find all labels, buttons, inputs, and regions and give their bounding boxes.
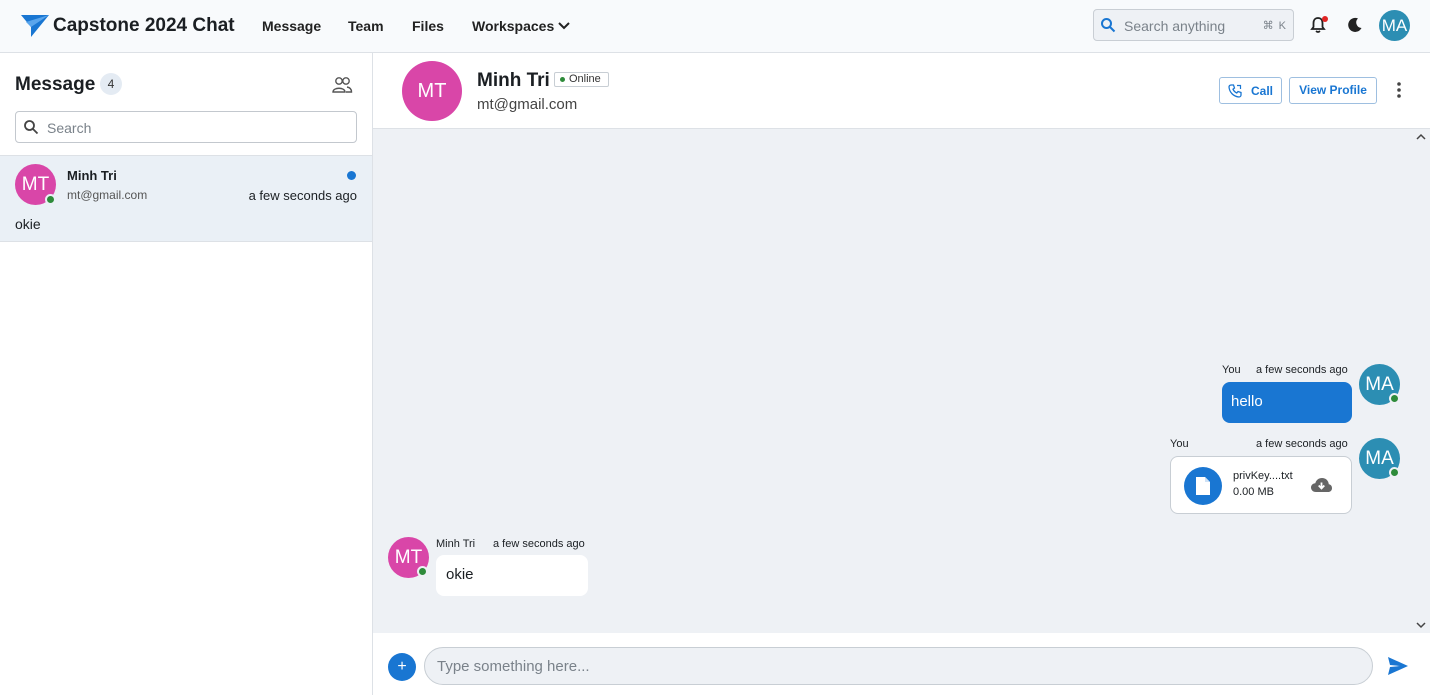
brand[interactable]: Capstone 2024 Chat (20, 13, 235, 39)
message-time: a few seconds ago (1256, 364, 1348, 376)
global-search-placeholder: Search anything (1124, 18, 1226, 34)
conversation-search-placeholder: Search (47, 120, 92, 136)
user-avatar[interactable]: MA (1379, 10, 1410, 41)
file-icon (1184, 467, 1222, 505)
conversation-email: mt@gmail.com (67, 188, 148, 202)
message-sender: You (1170, 438, 1189, 450)
unread-dot (347, 171, 356, 180)
app-title: Capstone 2024 Chat (53, 15, 235, 36)
scroll-down-icon[interactable] (1416, 620, 1426, 630)
outgoing-message-bubble: hello (1222, 382, 1352, 423)
group-users-icon[interactable] (331, 76, 353, 94)
conversation-last-message: okie (15, 216, 41, 232)
message-sender: You (1222, 364, 1241, 376)
conversation-item[interactable]: MT Minh Tri mt@gmail.com a few seconds a… (0, 155, 372, 242)
status-text: Online (569, 73, 601, 85)
message-list[interactable]: You a few seconds ago hello MA You a few… (373, 129, 1430, 633)
search-shortcut: ⌘ K (1262, 20, 1287, 32)
more-options-icon[interactable] (1394, 80, 1404, 100)
nav-message[interactable]: Message (262, 18, 321, 34)
conversation-name: Minh Tri (67, 168, 117, 183)
nav-workspaces[interactable]: Workspaces (472, 18, 554, 34)
scroll-up-icon[interactable] (1416, 132, 1426, 142)
paper-plane-logo-icon (21, 15, 49, 37)
online-indicator (45, 194, 56, 205)
chat-header: MT Minh Tri Online mt@gmail.com Call Vie… (373, 53, 1430, 129)
send-icon[interactable] (1387, 656, 1409, 676)
status-dot (560, 77, 565, 82)
conversation-time: a few seconds ago (248, 188, 357, 203)
file-attachment-card[interactable]: privKey....txt 0.00 MB (1170, 456, 1352, 514)
add-attachment-button[interactable]: + (388, 653, 416, 681)
call-button[interactable]: Call (1219, 77, 1282, 104)
conversation-count-badge: 4 (100, 73, 122, 95)
document-icon (1196, 477, 1210, 495)
moon-icon[interactable] (1347, 17, 1363, 33)
message-time: a few seconds ago (1256, 438, 1348, 450)
message-input[interactable] (424, 647, 1373, 685)
nav-team[interactable]: Team (348, 18, 384, 34)
online-indicator (417, 566, 428, 577)
contact-avatar[interactable]: MT (402, 61, 462, 121)
online-indicator (1389, 393, 1400, 404)
online-status-badge: Online (554, 72, 609, 87)
global-search[interactable]: Search anything ⌘ K (1093, 9, 1294, 41)
view-profile-button[interactable]: View Profile (1289, 77, 1377, 104)
phone-icon (1228, 84, 1242, 98)
file-size: 0.00 MB (1233, 486, 1274, 498)
chevron-down-icon[interactable] (557, 18, 571, 32)
message-time: a few seconds ago (493, 538, 585, 550)
top-bar: Capstone 2024 Chat Message Team Files Wo… (0, 0, 1430, 53)
contact-email: mt@gmail.com (477, 96, 578, 113)
search-icon (24, 120, 39, 135)
file-name: privKey....txt (1233, 470, 1293, 482)
cloud-download-icon[interactable] (1310, 476, 1333, 494)
incoming-message-bubble: okie (436, 555, 588, 596)
contact-name: Minh Tri (477, 70, 550, 91)
notification-dot (1322, 16, 1328, 22)
app-root: Capstone 2024 Chat Message Team Files Wo… (0, 0, 1430, 695)
sidebar-title: Message (15, 74, 96, 95)
conversation-search-input[interactable]: Search (15, 111, 357, 143)
nav-files[interactable]: Files (412, 18, 444, 34)
message-composer: + (373, 633, 1430, 695)
online-indicator (1389, 467, 1400, 478)
search-icon (1101, 18, 1116, 33)
call-button-label: Call (1251, 84, 1274, 98)
conversation-sidebar: Message 4 Search MT Minh Tri mt@gmail.co… (0, 53, 373, 695)
message-sender: Minh Tri (436, 538, 476, 550)
